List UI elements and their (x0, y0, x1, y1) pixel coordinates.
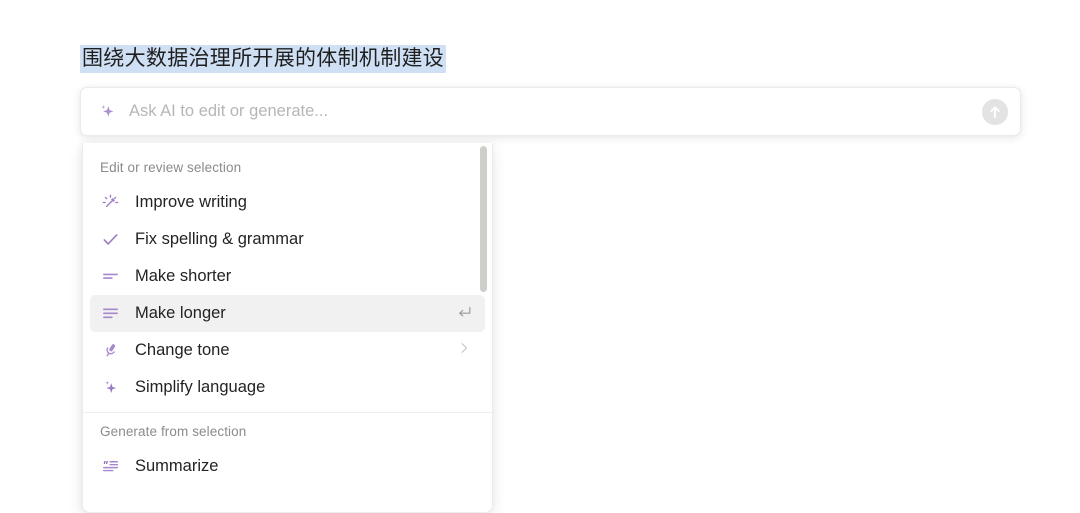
menu-section-label-edit: Edit or review selection (100, 160, 242, 175)
selected-text[interactable]: 围绕大数据治理所开展的体制机制建设 (80, 45, 447, 73)
sparkle-icon (97, 102, 117, 122)
menu-item-fix-spelling-grammar[interactable]: Fix spelling & grammar (90, 221, 485, 258)
chevron-right-icon (456, 340, 477, 361)
sparkle-icon (100, 378, 120, 398)
menu-item-improve-writing[interactable]: Improve writing (90, 184, 485, 221)
menu-scrollbar-thumb[interactable] (480, 146, 487, 292)
ai-prompt-input[interactable] (129, 88, 974, 135)
two-lines-icon (100, 267, 120, 287)
check-icon (100, 230, 120, 250)
ai-actions-menu: Edit or review selection Improve writing… (82, 143, 493, 513)
menu-scrollbar[interactable] (478, 144, 490, 512)
menu-item-label: Make shorter (135, 267, 232, 285)
ai-submit-button[interactable] (982, 98, 1008, 125)
menu-item-label: Fix spelling & grammar (135, 230, 304, 248)
menu-item-label: Summarize (135, 457, 219, 475)
enter-key-hint-icon (455, 303, 477, 325)
menu-item-label: Make longer (135, 304, 226, 322)
menu-item-simplify-language[interactable]: Simplify language (90, 369, 485, 406)
microphone-icon (100, 341, 120, 361)
menu-section-label-generate: Generate from selection (100, 424, 247, 439)
menu-item-label: Change tone (135, 341, 230, 359)
quote-lines-icon (100, 457, 120, 477)
menu-item-label: Improve writing (135, 193, 247, 211)
three-lines-icon (100, 304, 120, 324)
menu-item-label: Simplify language (135, 378, 266, 396)
magic-wand-sparkle-icon (100, 193, 120, 213)
ai-prompt-bar[interactable] (80, 87, 1021, 136)
menu-item-change-tone[interactable]: Change tone (90, 332, 485, 369)
menu-item-make-longer[interactable]: Make longer (90, 295, 485, 332)
app-root: 围绕大数据治理所开展的体制机制建设 Edit or review selecti… (0, 0, 1080, 513)
menu-item-summarize[interactable]: Summarize (90, 448, 485, 485)
document-text-line: 围绕大数据治理所开展的体制机制建设 (80, 43, 447, 75)
menu-item-make-shorter[interactable]: Make shorter (90, 258, 485, 295)
menu-divider (83, 412, 492, 413)
